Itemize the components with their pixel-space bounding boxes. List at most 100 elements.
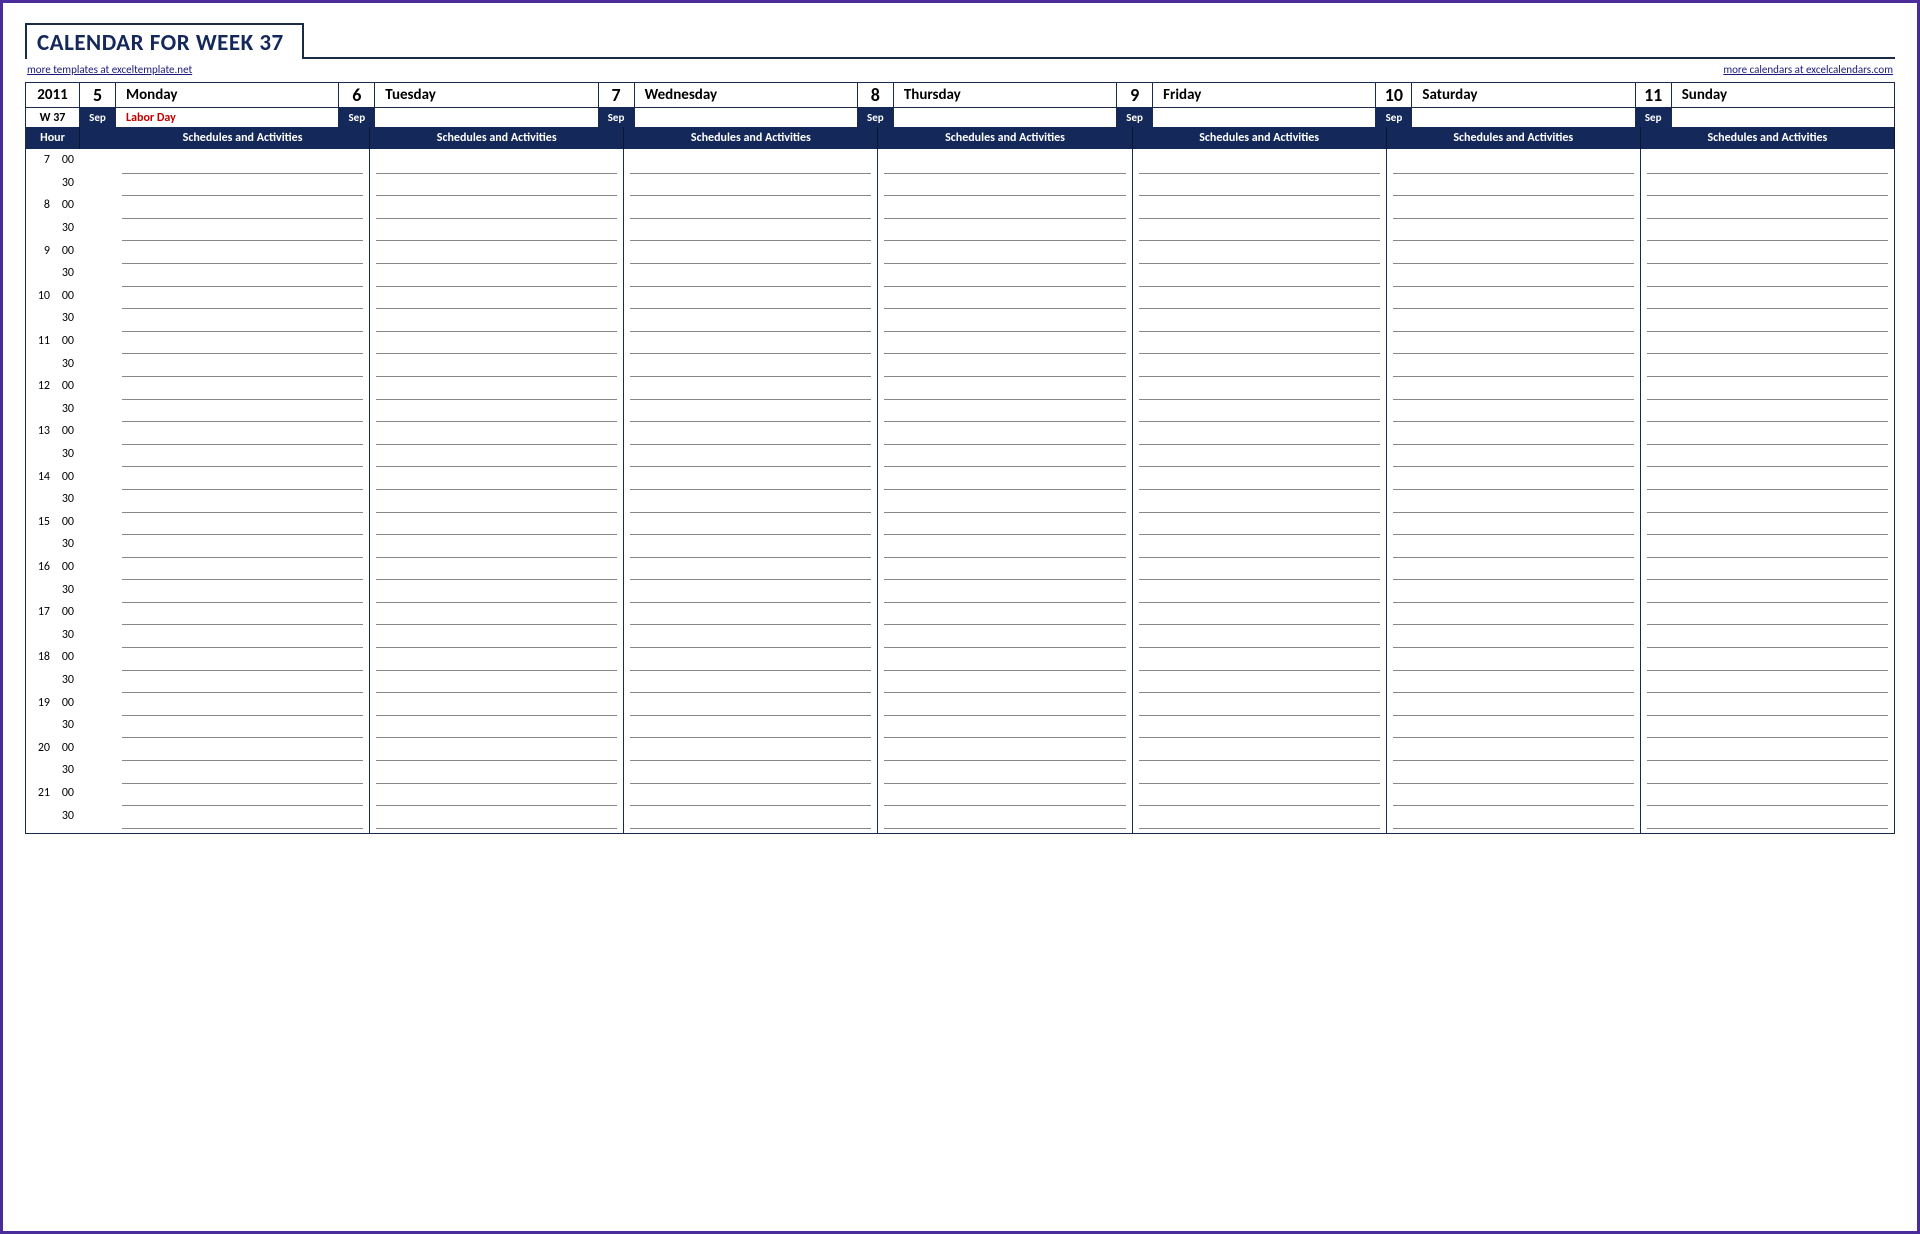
schedule-slot[interactable] [1133,607,1386,630]
schedule-slot[interactable] [1641,720,1894,743]
schedule-slot[interactable] [1641,584,1894,607]
schedule-slot[interactable] [1641,268,1894,291]
schedule-slot[interactable] [370,155,623,178]
schedule-slot[interactable] [1641,652,1894,675]
schedule-slot[interactable] [116,765,369,788]
schedule-slot[interactable] [116,607,369,630]
schedule-slot[interactable] [624,584,877,607]
schedule-slot[interactable] [1387,336,1640,359]
schedule-slot[interactable] [878,494,1131,517]
schedule-slot[interactable] [370,426,623,449]
schedule-slot[interactable] [1387,675,1640,698]
schedule-slot[interactable] [624,494,877,517]
schedule-slot[interactable] [1641,539,1894,562]
schedule-slot[interactable] [1133,517,1386,540]
schedule-slot[interactable] [1641,404,1894,427]
schedule-slot[interactable] [878,517,1131,540]
schedule-slot[interactable] [1641,200,1894,223]
schedule-slot[interactable] [878,404,1131,427]
schedule-slot[interactable] [116,404,369,427]
schedule-slot[interactable] [370,810,623,833]
schedule-slot[interactable] [1133,810,1386,833]
schedule-slot[interactable] [624,381,877,404]
schedule-slot[interactable] [370,607,623,630]
schedule-slot[interactable] [878,652,1131,675]
schedule-slot[interactable] [1387,291,1640,314]
schedule-slot[interactable] [370,245,623,268]
schedule-slot[interactable] [1387,810,1640,833]
schedule-slot[interactable] [116,562,369,585]
schedule-slot[interactable] [878,607,1131,630]
schedule-slot[interactable] [1641,765,1894,788]
schedule-slot[interactable] [878,471,1131,494]
schedule-slot[interactable] [370,404,623,427]
schedule-slot[interactable] [1641,607,1894,630]
schedule-slot[interactable] [1133,742,1386,765]
schedule-slot[interactable] [1641,313,1894,336]
schedule-slot[interactable] [1133,155,1386,178]
schedule-slot[interactable] [624,742,877,765]
schedule-slot[interactable] [116,245,369,268]
schedule-slot[interactable] [1641,336,1894,359]
schedule-slot[interactable] [116,200,369,223]
schedule-slot[interactable] [1387,381,1640,404]
schedule-slot[interactable] [1133,652,1386,675]
schedule-slot[interactable] [116,720,369,743]
schedule-slot[interactable] [1387,313,1640,336]
schedule-slot[interactable] [370,200,623,223]
schedule-slot[interactable] [116,810,369,833]
schedule-slot[interactable] [1641,810,1894,833]
schedule-slot[interactable] [878,720,1131,743]
schedule-slot[interactable] [624,426,877,449]
schedule-slot[interactable] [1387,245,1640,268]
schedule-slot[interactable] [878,765,1131,788]
schedule-slot[interactable] [878,313,1131,336]
schedule-slot[interactable] [1387,584,1640,607]
schedule-slot[interactable] [1133,584,1386,607]
schedule-slot[interactable] [878,810,1131,833]
schedule-slot[interactable] [370,629,623,652]
schedule-slot[interactable] [878,291,1131,314]
schedule-slot[interactable] [1133,223,1386,246]
schedule-slot[interactable] [370,268,623,291]
schedule-slot[interactable] [370,358,623,381]
schedule-slot[interactable] [116,426,369,449]
schedule-slot[interactable] [116,336,369,359]
schedule-slot[interactable] [1387,629,1640,652]
schedule-slot[interactable] [624,652,877,675]
schedule-slot[interactable] [1133,358,1386,381]
schedule-slot[interactable] [1133,381,1386,404]
schedule-slot[interactable] [1641,517,1894,540]
schedule-slot[interactable] [878,200,1131,223]
schedule-slot[interactable] [878,629,1131,652]
schedule-slot[interactable] [116,223,369,246]
schedule-slot[interactable] [1387,449,1640,472]
schedule-slot[interactable] [370,449,623,472]
schedule-slot[interactable] [1641,155,1894,178]
schedule-slot[interactable] [1387,404,1640,427]
schedule-slot[interactable] [878,178,1131,201]
schedule-slot[interactable] [370,291,623,314]
schedule-slot[interactable] [370,313,623,336]
schedule-slot[interactable] [1133,404,1386,427]
schedule-slot[interactable] [878,245,1131,268]
schedule-slot[interactable] [1133,629,1386,652]
schedule-slot[interactable] [370,471,623,494]
schedule-slot[interactable] [1641,562,1894,585]
schedule-slot[interactable] [624,788,877,811]
schedule-slot[interactable] [370,697,623,720]
schedule-slot[interactable] [878,562,1131,585]
schedule-slot[interactable] [624,720,877,743]
schedule-slot[interactable] [1133,426,1386,449]
schedule-slot[interactable] [1641,358,1894,381]
schedule-slot[interactable] [116,629,369,652]
schedule-slot[interactable] [116,178,369,201]
schedule-slot[interactable] [116,449,369,472]
schedule-slot[interactable] [1387,697,1640,720]
schedule-slot[interactable] [116,697,369,720]
schedule-slot[interactable] [116,471,369,494]
schedule-slot[interactable] [1387,494,1640,517]
schedule-slot[interactable] [1133,449,1386,472]
schedule-slot[interactable] [1641,675,1894,698]
schedule-slot[interactable] [116,675,369,698]
